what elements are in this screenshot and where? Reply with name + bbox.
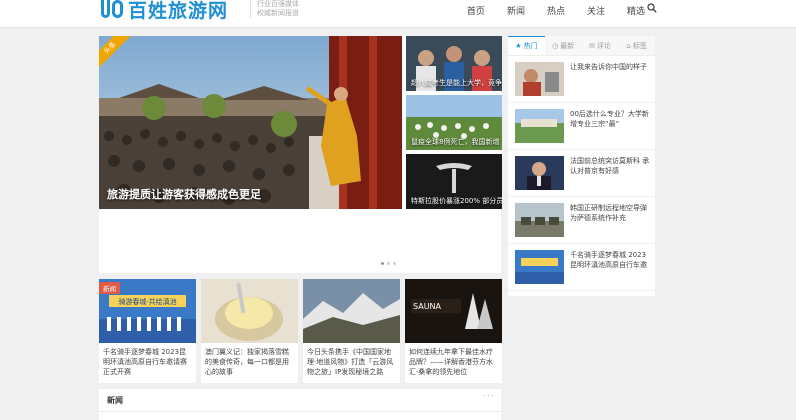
news-card[interactable]: 今日头条携手《中国国家地理·地道风物》打造「云游风物之旅」IP发现秘境之路 (303, 279, 400, 383)
news-card-image (303, 279, 400, 343)
sidebar-item-title[interactable]: 法国前总统突访莫斯科 承认对普京有好感 (570, 156, 650, 176)
sidebar-item[interactable]: 韩国正研制远程地空导弹 为萨德系统作补充 (508, 197, 655, 244)
sidebar-item-image (515, 62, 564, 96)
slider-caption[interactable]: 旅游提质让游客获得感成色更足 (107, 186, 261, 202)
sidebar-item-title[interactable]: 00后选什么专业？大学新增专业三宗“最” (570, 109, 650, 129)
sidebar-item-title[interactable]: 韩国正研制远程地空导弹 为萨德系统作补充 (570, 203, 650, 223)
news-card-title[interactable]: 今日头条携手《中国国家地理·地道风物》打造「云游风物之旅」IP发现秘境之路 (303, 343, 400, 377)
side-thumb-caption: 超八成考生是能上大学，竞争 (411, 79, 502, 87)
news-card-title[interactable]: 如何连续九年拿下最佳水疗品牌？——详解香港芬方水汇·桑拿的领先地位 (405, 343, 502, 377)
sidebar-item-image (515, 250, 564, 284)
sidebar-item-image (515, 109, 564, 143)
slider-dot[interactable] (387, 262, 390, 265)
news-card-image: SAUNA (405, 279, 502, 343)
search-icon[interactable] (647, 3, 657, 13)
nav-follow[interactable]: 关注 (576, 0, 616, 18)
slider-dot[interactable] (393, 262, 396, 265)
logo-mark-icon (100, 0, 126, 20)
side-thumb-caption: 特斯拉股价暴涨200% 部分员 (411, 197, 502, 205)
news-card[interactable]: 骑游春城·共绘滇池 新闻 千名骑手逐梦春城 2023昆明环滇池高原自行车邀请赛正… (99, 279, 196, 383)
slider-dots (381, 262, 396, 265)
news-badge: 新闻 (99, 282, 120, 294)
nav-news[interactable]: 新闻 (496, 0, 536, 18)
sidebar-item[interactable]: 法国前总统突访莫斯科 承认对普京有好感 (508, 150, 655, 197)
card-logo-text: SAUNA (413, 302, 442, 311)
card-banner-text: 骑游春城·共绘滇池 (118, 297, 176, 306)
nav-home[interactable]: 首页 (456, 0, 496, 18)
side-thumb-caption: 鼠疫全球8例死亡，我国新增 (411, 138, 500, 146)
sidebar-item-title[interactable]: 让我来告诉你中国的样子 (570, 62, 650, 72)
sidebar-item[interactable]: 让我来告诉你中国的样子 (508, 56, 655, 103)
more-icon[interactable]: ··· (482, 391, 495, 402)
sidebar-item[interactable]: 千名骑手逐梦春城 2023昆明环滇池高原自行车邀 (508, 244, 655, 291)
section-title: 新闻 (107, 396, 123, 405)
sidebar-item-title[interactable]: 千名骑手逐梦春城 2023昆明环滇池高原自行车邀 (570, 250, 650, 270)
site-header: 百姓旅游网 行业百强媒体 权威新闻报道 首页 新闻 热点 关注 精选 (0, 0, 796, 28)
tab-hot[interactable]: ★ 热门 (508, 36, 545, 55)
news-card[interactable]: SAUNA 如何连续九年拿下最佳水疗品牌？——详解香港芬方水汇·桑拿的领先地位 (405, 279, 502, 383)
section-divider (99, 411, 501, 412)
site-logo[interactable]: 百姓旅游网 (100, 0, 228, 22)
sidebar-tabs: ★ 热门 ◷ 最新 ✉ 评论 ⌂ 标签 (508, 36, 655, 56)
side-thumb[interactable]: 鼠疫全球8例死亡，我国新增 (406, 95, 502, 150)
news-card[interactable]: 澳门翼义记：独家揭落雪糕的美食传奇，每一口都是用心的故事 (201, 279, 298, 383)
news-card-title[interactable]: 澳门翼义记：独家揭落雪糕的美食传奇，每一口都是用心的故事 (201, 343, 298, 377)
news-card-title[interactable]: 千名骑手逐梦春城 2023昆明环滇池高原自行车邀请赛正式开赛 (99, 343, 196, 377)
tab-tags[interactable]: ⌂ 标签 (618, 36, 655, 55)
side-thumb[interactable]: 超八成考生是能上大学，竞争 (406, 36, 502, 91)
tag-icon: ⌂ (626, 41, 631, 50)
site-slogan: 行业百强媒体 权威新闻报道 (250, 0, 299, 18)
slider-image (99, 36, 402, 209)
star-icon: ★ (515, 42, 522, 50)
clock-icon: ◷ (552, 41, 559, 50)
logo-text: 百姓旅游网 (128, 0, 229, 22)
comment-icon: ✉ (588, 41, 595, 50)
tab-latest[interactable]: ◷ 最新 (545, 36, 582, 55)
nav-hot[interactable]: 热点 (536, 0, 576, 18)
news-card-image: 骑游春城·共绘滇池 新闻 (99, 279, 196, 343)
side-thumb[interactable]: 特斯拉股价暴涨200% 部分员 (406, 154, 502, 209)
main-nav: 首页 新闻 热点 关注 精选 (456, 0, 656, 18)
tab-comments[interactable]: ✉ 评论 (582, 36, 619, 55)
sidebar-item[interactable]: 00后选什么专业？大学新增专业三宗“最” (508, 103, 655, 150)
slider-dot[interactable] (381, 262, 384, 265)
news-card-image (201, 279, 298, 343)
side-thumb-list: 超八成考生是能上大学，竞争 鼠疫全球8例死亡，我国新增 特斯拉股价暴涨200% … (406, 36, 502, 213)
news-section: 新闻 ··· (99, 389, 501, 420)
news-grid: 骑游春城·共绘滇池 新闻 千名骑手逐梦春城 2023昆明环滇池高原自行车邀请赛正… (99, 279, 502, 383)
sidebar: ★ 热门 ◷ 最新 ✉ 评论 ⌂ 标签 让我来告诉你中国的样子 00后选什么专业… (508, 36, 655, 296)
sidebar-item-image (515, 156, 564, 190)
sidebar-item-image (515, 203, 564, 237)
main-slider[interactable]: 头条 旅游提质让游客获得感成色更足 (99, 36, 402, 209)
